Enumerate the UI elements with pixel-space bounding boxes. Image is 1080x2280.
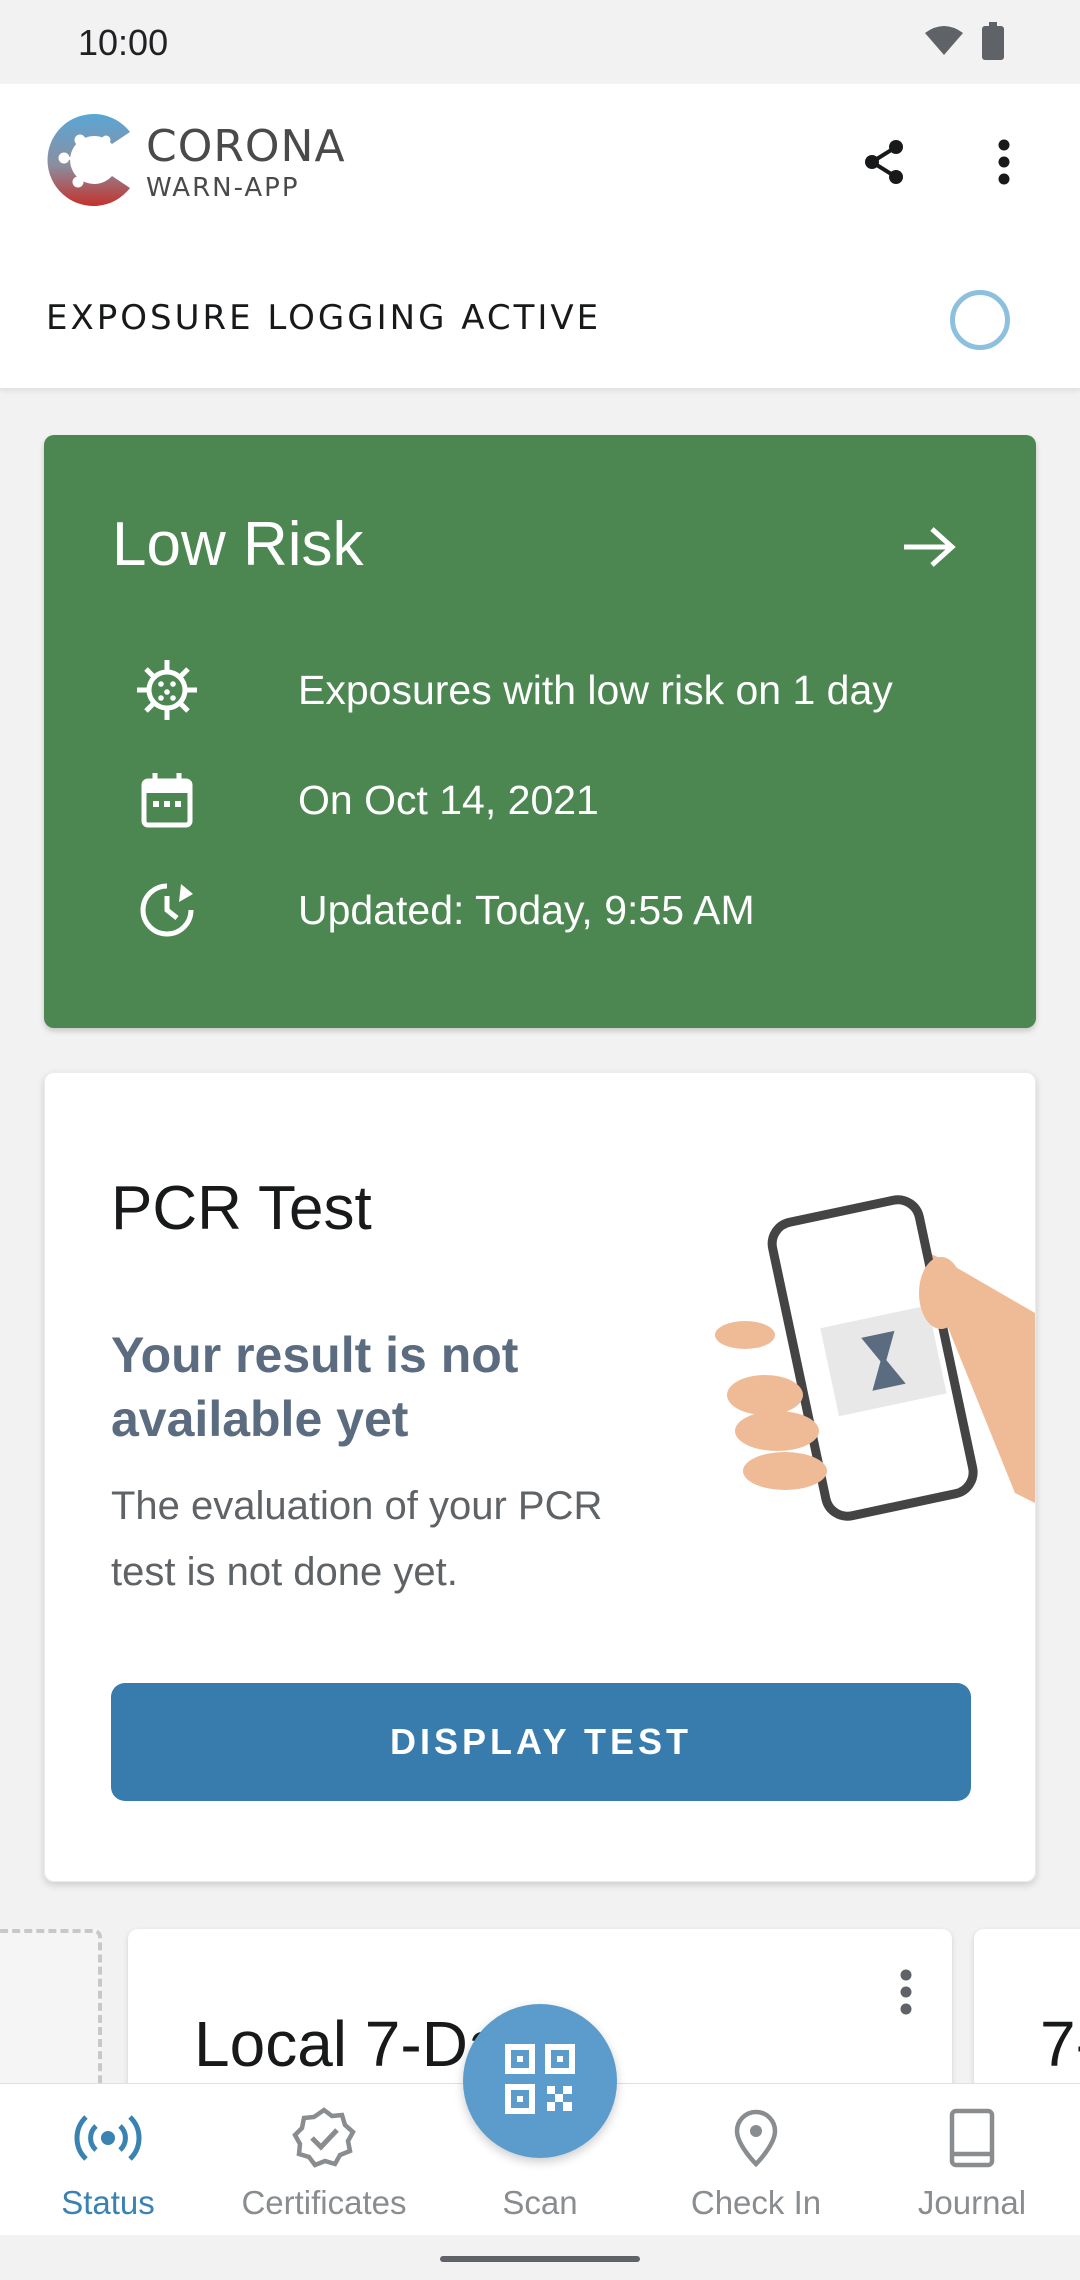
nav-label-check-in: Check In — [690, 2184, 822, 2221]
corona-logo-icon — [42, 110, 138, 215]
test-result-status: Your result is not available yet — [111, 1327, 519, 1447]
nav-item-journal[interactable]: Journal — [864, 2084, 1080, 2236]
verified-badge-icon — [292, 2106, 356, 2170]
risk-title: Low Risk — [112, 510, 364, 579]
nav-label-status: Status — [61, 2184, 155, 2221]
test-card-title: PCR Test — [111, 1174, 372, 1243]
qr-code-icon — [505, 2043, 575, 2119]
more-vert-icon[interactable] — [900, 1969, 912, 2020]
exposure-logging-label: EXPOSURE LOGGING ACTIVE — [46, 298, 602, 338]
nav-label-certificates: Certificates — [241, 2184, 407, 2221]
risk-exposures-text: Exposures with low risk on 1 day — [298, 666, 893, 713]
statistics-card-next-title: 7- — [1040, 2008, 1080, 2080]
app-bar: CORONA WARN-APP — [0, 84, 1080, 260]
virus-icon — [132, 655, 202, 725]
battery-icon — [982, 22, 1004, 65]
system-status-bar: 10:00 — [0, 0, 1080, 84]
history-clock-icon — [132, 875, 202, 945]
nav-item-status[interactable]: Status — [0, 2084, 216, 2236]
logo-title: CORONA — [146, 120, 346, 172]
test-result-description: The evaluation of your PCR test is not d… — [111, 1484, 603, 1594]
tracing-progress-ring-icon — [950, 290, 1010, 350]
risk-updated-text: Updated: Today, 9:55 AM — [298, 886, 755, 933]
risk-row-exposures: Exposures with low risk on 1 day — [132, 655, 893, 725]
status-icons — [924, 22, 1004, 65]
risk-date-text: On Oct 14, 2021 — [298, 776, 599, 823]
status-time: 10:00 — [78, 22, 169, 63]
logo-subtitle: WARN-APP — [146, 172, 300, 203]
scan-fab-button[interactable] — [463, 2004, 617, 2158]
share-button[interactable] — [848, 128, 920, 200]
calendar-icon — [132, 765, 202, 835]
share-icon — [862, 139, 906, 190]
broadcast-icon — [72, 2106, 144, 2170]
nav-item-certificates[interactable]: Certificates — [216, 2084, 432, 2236]
more-vert-icon — [998, 139, 1010, 190]
hand-phone-hourglass-illustration — [715, 1163, 1035, 1528]
risk-card[interactable]: Low Risk Exposures with low risk on 1 da… — [44, 435, 1036, 1028]
overflow-menu-button[interactable] — [968, 128, 1040, 200]
wifi-icon — [924, 25, 964, 62]
pcr-test-card[interactable]: PCR Test Your result is not available ye… — [44, 1072, 1036, 1882]
statistics-card-next[interactable]: 7- — [974, 1929, 1080, 2085]
add-statistics-card-placeholder[interactable] — [0, 1929, 102, 2085]
nav-label-journal: Journal — [917, 2184, 1027, 2221]
nav-label-scan: Scan — [502, 2184, 578, 2221]
home-gesture-handle[interactable] — [440, 2256, 640, 2262]
exposure-logging-status[interactable]: EXPOSURE LOGGING ACTIVE — [0, 260, 1080, 390]
nav-item-check-in[interactable]: Check In — [648, 2084, 864, 2236]
location-pin-icon — [734, 2106, 778, 2170]
app-logo: CORONA WARN-APP — [42, 110, 346, 215]
display-test-button[interactable]: DISPLAY TEST — [111, 1683, 971, 1801]
risk-row-date: On Oct 14, 2021 — [132, 765, 599, 835]
system-gesture-bar — [0, 2235, 1080, 2280]
risk-row-updated: Updated: Today, 9:55 AM — [132, 875, 755, 945]
arrow-right-icon — [902, 525, 956, 574]
book-icon — [948, 2106, 996, 2170]
